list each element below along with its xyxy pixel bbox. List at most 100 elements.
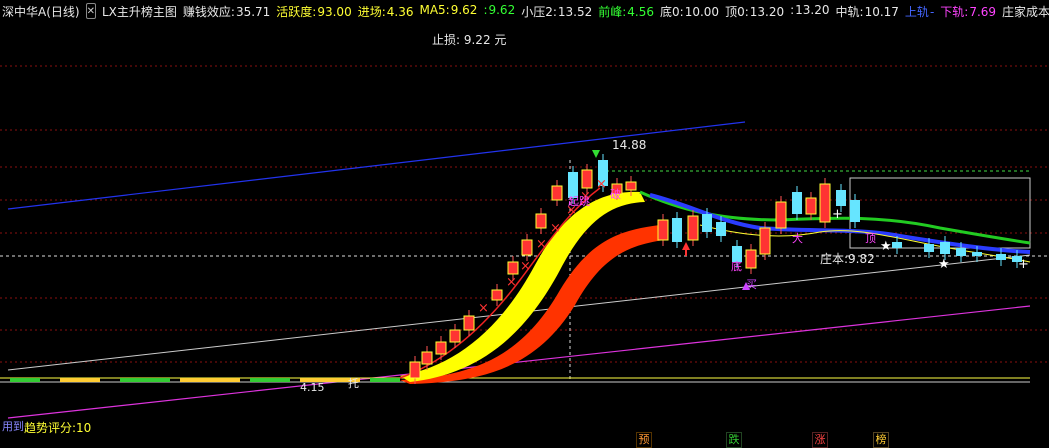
cross-marker-icon: × bbox=[550, 221, 561, 236]
indicator-value: 4.56 bbox=[627, 4, 655, 19]
indicator-value: 9.62 bbox=[450, 2, 478, 17]
indicator-value: 10.00 bbox=[684, 4, 720, 19]
candle-body[interactable] bbox=[996, 254, 1006, 260]
indicator-item: 前峰:4.56 bbox=[598, 3, 654, 20]
signal-footer: 预 跌 涨 榜 bbox=[0, 428, 1049, 448]
indicator-label: 活跃度: bbox=[276, 4, 317, 19]
indicator-header: 深中华A(日线) ✕ LX主升榜主图 赚钱效应:35.71 活跃度:93.00 进场… bbox=[0, 0, 1049, 22]
close-icon[interactable]: ✕ bbox=[85, 3, 96, 19]
indicator-value: 13.52 bbox=[557, 4, 593, 19]
cross-marker-icon: × bbox=[492, 289, 503, 304]
candle-body[interactable] bbox=[449, 329, 461, 343]
indicator-label: 顶0: bbox=[725, 4, 749, 19]
candle-body[interactable] bbox=[702, 214, 712, 232]
cross-marker-icon: × bbox=[596, 177, 607, 192]
indicator-item: :9.62 bbox=[483, 3, 515, 20]
candle-body[interactable] bbox=[409, 361, 421, 379]
candle-body[interactable] bbox=[924, 244, 934, 252]
candle-body[interactable] bbox=[521, 239, 533, 256]
price-chart[interactable]: ××××××××× ★ ★ + + bbox=[0, 0, 1049, 448]
candle-body[interactable] bbox=[745, 249, 757, 269]
indicator-label: 底0: bbox=[660, 4, 684, 19]
star-icon: ★ bbox=[880, 239, 892, 254]
indicator-item: 顶0:13.20 bbox=[725, 3, 784, 20]
indicator-item: 中轨:10.17 bbox=[836, 3, 899, 20]
indicator-values: 赚钱效应:35.71 活跃度:93.00 进场:4.36 MA5:9.62:9.62 小… bbox=[183, 3, 1049, 20]
indicator-value: 7.69 bbox=[969, 4, 997, 19]
candle-body[interactable] bbox=[940, 242, 950, 254]
indicator-item: MA5:9.62 bbox=[419, 3, 477, 20]
candle-body[interactable] bbox=[687, 215, 699, 241]
indicator-item: 上轨- bbox=[905, 3, 934, 20]
indicator-item: 庄家成本:9.82 bbox=[1002, 3, 1049, 20]
hold-tag: 托 bbox=[348, 377, 359, 390]
indicator-label: MA5: bbox=[419, 2, 450, 17]
candle-body[interactable] bbox=[892, 242, 902, 248]
candle-body[interactable] bbox=[956, 248, 966, 256]
indicator-item: 进场:4.36 bbox=[358, 3, 414, 20]
buy-tag: 买 bbox=[746, 278, 757, 291]
indicator-item: 赚钱效应:35.71 bbox=[183, 3, 270, 20]
plus-icon: + bbox=[1018, 257, 1029, 272]
cross-marker-icon: × bbox=[478, 301, 489, 316]
candle-body[interactable] bbox=[792, 192, 802, 214]
indicator-item: 底0:10.00 bbox=[660, 3, 719, 20]
candle-body[interactable] bbox=[551, 185, 563, 201]
candle-body[interactable] bbox=[805, 197, 817, 215]
top-tag: 顶 bbox=[865, 232, 876, 245]
indicator-value: 35.71 bbox=[235, 4, 271, 19]
jump-tag: 起跳 bbox=[568, 195, 590, 208]
candle-body[interactable] bbox=[972, 252, 982, 256]
candle-body[interactable] bbox=[775, 201, 787, 229]
bottom-tag: 底 bbox=[731, 260, 742, 273]
candle-body[interactable] bbox=[435, 341, 447, 355]
plus-icon: + bbox=[832, 207, 843, 222]
candle-body[interactable] bbox=[581, 169, 593, 189]
candle-body[interactable] bbox=[819, 183, 831, 223]
signal-pre[interactable]: 预 bbox=[636, 432, 652, 448]
candle-body[interactable] bbox=[421, 351, 433, 365]
candle-body[interactable] bbox=[836, 190, 846, 206]
break-tag: 破 bbox=[610, 188, 621, 201]
candlestick-series bbox=[409, 154, 1022, 384]
stock-chart-app: × × × × × × × × × ★ ★ + + 深中华A(日线) ✕ LX主升榜主图 赚钱效… bbox=[0, 0, 1049, 448]
candle-body[interactable] bbox=[716, 222, 726, 236]
indicator-name[interactable]: LX主升榜主图 bbox=[102, 3, 177, 20]
indicator-item: 活跃度:93.00 bbox=[276, 3, 351, 20]
cross-marker-icon: × bbox=[506, 275, 517, 290]
indicator-item: :13.20 bbox=[790, 3, 829, 20]
star-icon: ★ bbox=[938, 257, 950, 272]
candle-body[interactable] bbox=[625, 181, 637, 191]
indicator-value: 13.20 bbox=[795, 2, 830, 17]
indicator-value: 4.36 bbox=[386, 4, 414, 19]
indicator-label: 上轨 bbox=[904, 4, 929, 19]
signal-rank[interactable]: 榜 bbox=[873, 432, 889, 448]
candle-body[interactable] bbox=[759, 227, 771, 255]
indicator-value: 13.20 bbox=[749, 4, 785, 19]
signal-fall[interactable]: 跌 bbox=[726, 432, 742, 448]
cost-label: 庄本:9.82 bbox=[820, 252, 875, 266]
candle-body[interactable] bbox=[535, 213, 547, 229]
indicator-label: 中轨: bbox=[835, 4, 864, 19]
indicator-value: 93.00 bbox=[317, 4, 352, 19]
cross-marker-icon: × bbox=[536, 237, 547, 252]
high-price-label: 14.88 bbox=[612, 138, 647, 152]
indicator-label: 小压2: bbox=[521, 4, 557, 19]
indicator-label: 下轨: bbox=[940, 4, 969, 19]
green-down-arrow-icon bbox=[592, 150, 600, 158]
candle-body[interactable] bbox=[657, 219, 669, 241]
candle-body[interactable] bbox=[507, 261, 519, 275]
candle-body[interactable] bbox=[672, 218, 682, 242]
cross-marker-icon: × bbox=[520, 259, 531, 274]
candle-body[interactable] bbox=[850, 200, 860, 222]
indicator-label: 庄家成本: bbox=[1002, 4, 1049, 19]
indicator-label: 进场: bbox=[357, 4, 386, 19]
signal-rise[interactable]: 涨 bbox=[812, 432, 828, 448]
low-volume-bars bbox=[10, 378, 400, 382]
indicator-label: : bbox=[790, 2, 795, 17]
stop-loss-label: 止损: 9.22 元 bbox=[432, 33, 507, 47]
stock-title[interactable]: 深中华A(日线) bbox=[2, 3, 80, 20]
candle-body[interactable] bbox=[463, 315, 475, 331]
indicator-label: 赚钱效应: bbox=[182, 4, 235, 19]
indicator-label: : bbox=[483, 2, 488, 17]
